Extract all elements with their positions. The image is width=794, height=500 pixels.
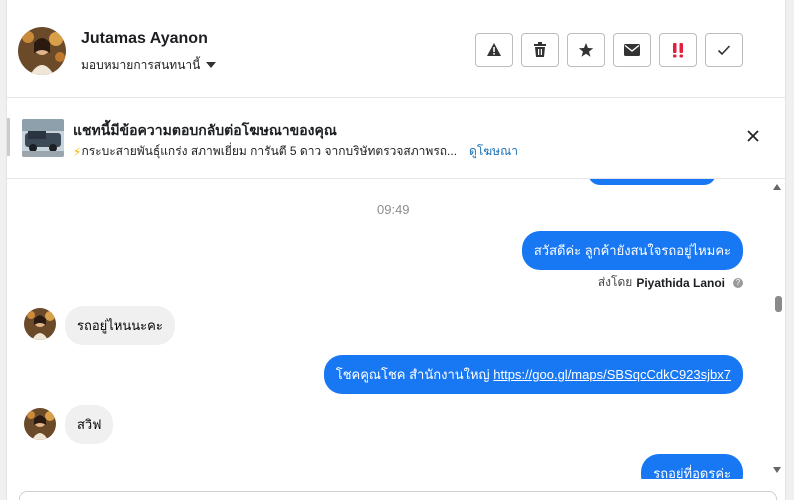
close-icon [747, 130, 759, 142]
ad-banner-title: แชทนี้มีข้อความตอบกลับต่อโฆษณาของคุณ [73, 122, 337, 138]
conversation-panel: Jutamas Ayanon มอบหมายการสนทนานี้ แชทนี้… [6, 0, 786, 500]
ad-banner-subtitle: ⚡ กระบะสายพันธุ์แกร่ง สภาพเยี่ยม การันตี… [73, 142, 518, 161]
trash-icon [534, 42, 546, 57]
mark-unread-button[interactable] [613, 33, 651, 67]
contact-avatar[interactable] [18, 27, 66, 75]
message-bubble-outgoing[interactable]: สวัสดีค่ะ ลูกค้ายังสนใจรถอยู่ไหมคะ [521, 231, 743, 270]
contact-avatar-small[interactable] [24, 408, 56, 440]
message-bubble-outgoing[interactable]: รถอยู่ที่อุดรค่ะ [641, 454, 743, 479]
message-bubble-outgoing[interactable]: โชคคูณโชค สำนักงานใหญ่ https://goo.gl/ma… [323, 355, 743, 394]
mark-done-button[interactable] [705, 33, 743, 67]
info-icon[interactable]: ? [733, 277, 743, 288]
warning-icon [487, 43, 501, 56]
contact-name[interactable]: Jutamas Ayanon [81, 30, 208, 48]
message-bubble-incoming[interactable]: สวิฟ [65, 405, 114, 444]
assign-label: มอบหมายการสนทนานี้ [81, 58, 201, 72]
lightning-icon: ⚡ [73, 144, 82, 159]
star-icon [578, 43, 594, 57]
ad-reply-banner: แชทนี้มีข้อความตอบกลับต่อโฆษณาของคุณ ⚡ ก… [7, 98, 785, 179]
map-link[interactable]: https://goo.gl/maps/SBSqcCdkC923sjbx7 [493, 367, 731, 382]
message-bubble-outgoing[interactable] [588, 179, 716, 185]
ad-description: กระบะสายพันธุ์แกร่ง สภาพเยี่ยม การันตี 5… [81, 144, 458, 158]
sent-by-name: Piyathida Lanoi [636, 275, 725, 290]
sent-by-label: ส่งโดย Piyathida Lanoi ? [598, 273, 743, 292]
envelope-icon [624, 44, 640, 56]
follow-up-button[interactable] [659, 33, 697, 67]
close-banner-button[interactable] [745, 128, 761, 144]
scrollbar[interactable] [771, 179, 785, 479]
view-ad-link[interactable]: ดูโฆษณา [469, 142, 518, 161]
message-text: โชคคูณโชค สำนักงานใหญ่ [335, 367, 494, 382]
exclamation-icon [673, 43, 683, 58]
check-icon [717, 45, 731, 56]
report-spam-button[interactable] [475, 33, 513, 67]
caret-down-icon [206, 61, 217, 68]
conversation-header: Jutamas Ayanon มอบหมายการสนทนานี้ [7, 0, 785, 98]
message-composer[interactable] [19, 491, 777, 500]
scrollbar-thumb[interactable] [775, 296, 782, 312]
delete-button[interactable] [521, 33, 559, 67]
contact-avatar-small[interactable] [24, 308, 56, 340]
assign-conversation-dropdown[interactable]: มอบหมายการสนทนานี้ [81, 56, 217, 75]
scroll-down-arrow-icon[interactable] [773, 467, 781, 473]
ad-thumbnail[interactable] [22, 119, 64, 157]
star-button[interactable] [567, 33, 605, 67]
scroll-up-arrow-icon[interactable] [773, 184, 781, 190]
message-bubble-incoming[interactable]: รถอยู่ไหนนะคะ [65, 306, 175, 345]
message-thread: 09:49 สวัสดีค่ะ ลูกค้ายังสนใจรถอยู่ไหมคะ… [7, 179, 785, 479]
message-timestamp: 09:49 [377, 202, 410, 217]
header-actions [475, 33, 743, 67]
sent-by-prefix: ส่งโดย [597, 275, 633, 289]
